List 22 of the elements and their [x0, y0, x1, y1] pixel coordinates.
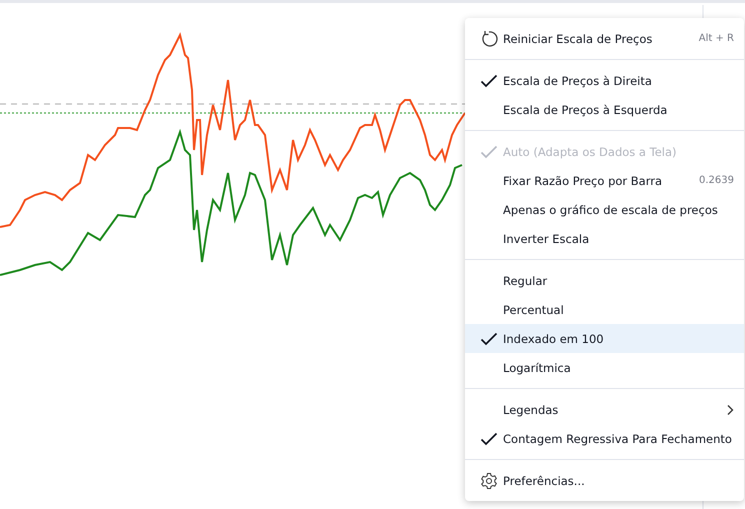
chevron-right-icon — [726, 404, 734, 416]
menu-item[interactable]: Contagem Regressiva Para Fechamento — [465, 424, 744, 453]
menu-item[interactable]: Preferências... — [465, 466, 744, 495]
check-icon — [480, 332, 498, 346]
menu-item[interactable]: Fixar Razão Preço por Barra 0.2639 — [465, 166, 744, 195]
menu-item[interactable]: Reiniciar Escala de Preços Alt + R — [465, 24, 744, 53]
menu-item[interactable]: Logarítmica — [465, 353, 744, 382]
menu-item[interactable]: Percentual — [465, 295, 744, 324]
shortcut-text: 0.2639 — [699, 175, 734, 186]
menu-item[interactable]: Indexado em 100 — [465, 324, 744, 353]
check-icon — [480, 144, 498, 158]
menu-item[interactable]: Apenas o gráfico de escala de preços — [465, 195, 744, 224]
check-icon — [480, 74, 498, 88]
menu-item[interactable]: Legendas — [465, 395, 744, 424]
settings-icon — [480, 472, 498, 490]
reset-icon — [480, 30, 498, 48]
menu-item[interactable]: Escala de Preços à Esquerda — [465, 95, 744, 124]
menu-item[interactable]: Escala de Preços à Direita — [465, 66, 744, 95]
menu-item[interactable]: Regular — [465, 266, 744, 295]
shortcut-text: Alt + R — [698, 33, 734, 44]
menu-item[interactable]: Inverter Escala — [465, 224, 744, 253]
check-icon — [480, 432, 498, 446]
